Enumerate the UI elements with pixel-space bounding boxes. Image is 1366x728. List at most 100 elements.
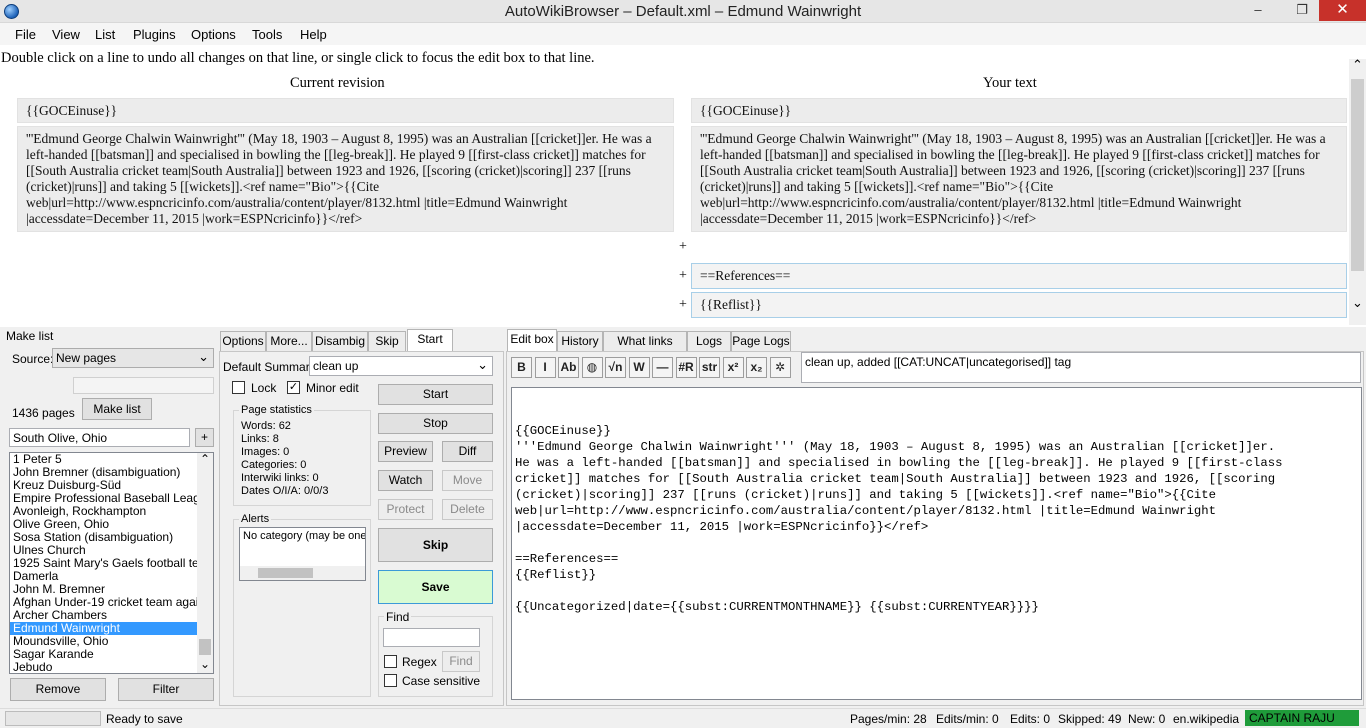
alert-item[interactable]: No category (may be one <box>240 528 365 544</box>
diff-added-references[interactable]: ==References== <box>691 263 1347 289</box>
diff-scrollbar[interactable]: ⌃ ⌄ <box>1349 57 1366 325</box>
menu-plugins[interactable]: Plugins <box>133 27 176 42</box>
nowiki-icon[interactable]: W <box>628 357 650 378</box>
list-item[interactable]: Jebudo <box>10 661 198 673</box>
list-item[interactable]: Sagar Karande <box>10 648 198 661</box>
minimize-button[interactable]: – <box>1244 0 1272 21</box>
diff-added-reflist[interactable]: {{Reflist}} <box>691 292 1347 318</box>
diff-old-paragraph[interactable]: '''Edmund George Chalwin Wainwright''' (… <box>17 126 674 232</box>
internal-link-icon[interactable]: Ab <box>558 357 579 378</box>
menu-view[interactable]: View <box>52 27 80 42</box>
edit-line[interactable]: {{GOCEinuse}} <box>515 423 1358 439</box>
protect-button[interactable]: Protect <box>378 499 433 520</box>
filter-button[interactable]: Filter <box>118 678 214 701</box>
subscript-icon[interactable]: x₂ <box>746 357 767 378</box>
edit-line[interactable]: {{Uncategorized|date={{subst:CURRENTMONT… <box>515 599 1358 615</box>
diff-button[interactable]: Diff <box>442 441 493 462</box>
redirect-icon[interactable]: #R <box>675 357 697 378</box>
start-button[interactable]: Start <box>378 384 493 405</box>
remove-button[interactable]: Remove <box>10 678 106 701</box>
preview-button[interactable]: Preview <box>378 441 433 462</box>
menu-file[interactable]: File <box>15 27 36 42</box>
edit-line[interactable]: cricket]] matches for [[South Australia … <box>515 471 1358 487</box>
article-list[interactable]: 1 Peter 5 John Bremner (disambiguation) Kr… <box>9 452 214 674</box>
list-item[interactable]: Archer Chambers <box>10 609 198 622</box>
list-item[interactable]: Ulnes Church <box>10 544 198 557</box>
tab-edit-box[interactable]: Edit box <box>507 329 557 351</box>
menu-list[interactable]: List <box>95 27 115 42</box>
edit-line[interactable]: |accessdate=December 11, 2015 |work=ESPN… <box>515 519 1358 535</box>
scroll-up-icon[interactable]: ⌃ <box>200 453 210 466</box>
list-item[interactable]: Damerla <box>10 570 198 583</box>
article-list-scrollbar[interactable]: ⌃ ⌄ <box>197 453 213 673</box>
tab-skip[interactable]: Skip <box>368 331 406 351</box>
edit-line[interactable]: web|url=http://www.espncricinfo.com/aust… <box>515 503 1358 519</box>
edit-line[interactable]: '''Edmund George Chalwin Wainwright''' (… <box>515 439 1358 455</box>
article-edit-box[interactable]: {{GOCEinuse}} '''Edmund George Chalwin Wa… <box>511 387 1362 700</box>
list-item[interactable]: John M. Bremner <box>10 583 198 596</box>
diff-new-line-1[interactable]: {{GOCEinuse}} <box>691 98 1347 123</box>
tab-what-links-here[interactable]: What links here <box>603 331 687 366</box>
watch-button[interactable]: Watch <box>378 470 433 491</box>
list-item[interactable]: Empire Professional Baseball Leag <box>10 492 198 505</box>
scrollbar-thumb[interactable] <box>199 639 211 655</box>
diff-viewer[interactable]: Double click on a line to undo all chang… <box>0 45 1366 327</box>
delete-button[interactable]: Delete <box>442 499 493 520</box>
edit-line[interactable] <box>515 535 1358 551</box>
edit-line[interactable]: ==References== <box>515 551 1358 567</box>
edit-summary-input[interactable]: clean up, added [[CAT:UNCAT|uncategorise… <box>801 352 1361 383</box>
list-item[interactable]: Moundsville, Ohio <box>10 635 198 648</box>
math-icon[interactable]: √n <box>605 357 626 378</box>
scroll-down-icon[interactable]: ⌄ <box>1352 295 1363 311</box>
edit-line[interactable] <box>515 583 1358 599</box>
tab-history[interactable]: History <box>557 331 603 351</box>
strikethrough-icon[interactable]: str <box>699 357 720 378</box>
clean-markup-icon[interactable]: ✲ <box>769 357 791 378</box>
external-link-icon[interactable]: ◍ <box>581 357 603 378</box>
tab-more[interactable]: More... <box>266 331 312 351</box>
tab-page-logs[interactable]: Page Logs <box>731 331 791 351</box>
lock-checkbox[interactable] <box>232 381 245 394</box>
scrollbar-thumb[interactable] <box>1351 79 1364 271</box>
horizontal-line-icon[interactable]: — <box>652 357 673 378</box>
list-item[interactable]: Kreuz Duisburg-Süd <box>10 479 198 492</box>
list-item[interactable]: 1 Peter 5 <box>10 453 198 466</box>
list-item[interactable]: Afghan Under-19 cricket team again <box>10 596 198 609</box>
stop-button[interactable]: Stop <box>378 413 493 434</box>
tab-logs[interactable]: Logs <box>687 331 731 351</box>
skip-button[interactable]: Skip <box>378 528 493 562</box>
maximize-button[interactable]: ❐ <box>1288 0 1316 21</box>
find-input[interactable] <box>383 628 480 647</box>
source-params-field[interactable] <box>73 377 214 394</box>
list-item[interactable]: Olive Green, Ohio <box>10 518 198 531</box>
move-button[interactable]: Move <box>442 470 493 491</box>
find-button[interactable]: Find <box>442 651 480 672</box>
list-item[interactable]: Avonleigh, Rockhampton <box>10 505 198 518</box>
list-search-input[interactable]: South Olive, Ohio <box>9 428 190 447</box>
list-item[interactable]: Sosa Station (disambiguation) <box>10 531 198 544</box>
menu-options[interactable]: Options <box>191 27 236 42</box>
regex-checkbox[interactable] <box>384 655 397 668</box>
tab-options[interactable]: Options <box>220 331 266 351</box>
list-item[interactable]: 1925 Saint Mary's Gaels football tea <box>10 557 198 570</box>
save-button[interactable]: Save <box>378 570 493 604</box>
scrollbar-thumb[interactable] <box>258 568 313 578</box>
tab-disambig[interactable]: Disambig <box>312 331 368 351</box>
diff-new-paragraph[interactable]: '''Edmund George Chalwin Wainwright''' (… <box>691 126 1347 232</box>
superscript-icon[interactable]: x² <box>722 357 744 378</box>
alerts-hscrollbar[interactable] <box>240 566 365 580</box>
tab-start[interactable]: Start <box>407 329 453 351</box>
edit-line[interactable]: He was a left-handed [[batsman]] and spe… <box>515 455 1358 471</box>
diff-old-line-1[interactable]: {{GOCEinuse}} <box>17 98 674 123</box>
source-select[interactable]: New pages ⌄ <box>52 348 214 368</box>
case-sensitive-checkbox[interactable] <box>384 674 397 687</box>
italic-icon[interactable]: I <box>534 357 556 378</box>
menu-tools[interactable]: Tools <box>252 27 282 42</box>
close-button[interactable]: ✕ <box>1319 0 1366 21</box>
menu-help[interactable]: Help <box>300 27 327 42</box>
scroll-down-icon[interactable]: ⌄ <box>200 657 210 671</box>
scroll-up-icon[interactable]: ⌃ <box>1352 57 1363 73</box>
alerts-list[interactable]: No category (may be one <box>239 527 366 581</box>
bold-icon[interactable]: B <box>511 357 532 378</box>
default-summary-select[interactable]: clean up ⌄ <box>309 356 493 376</box>
